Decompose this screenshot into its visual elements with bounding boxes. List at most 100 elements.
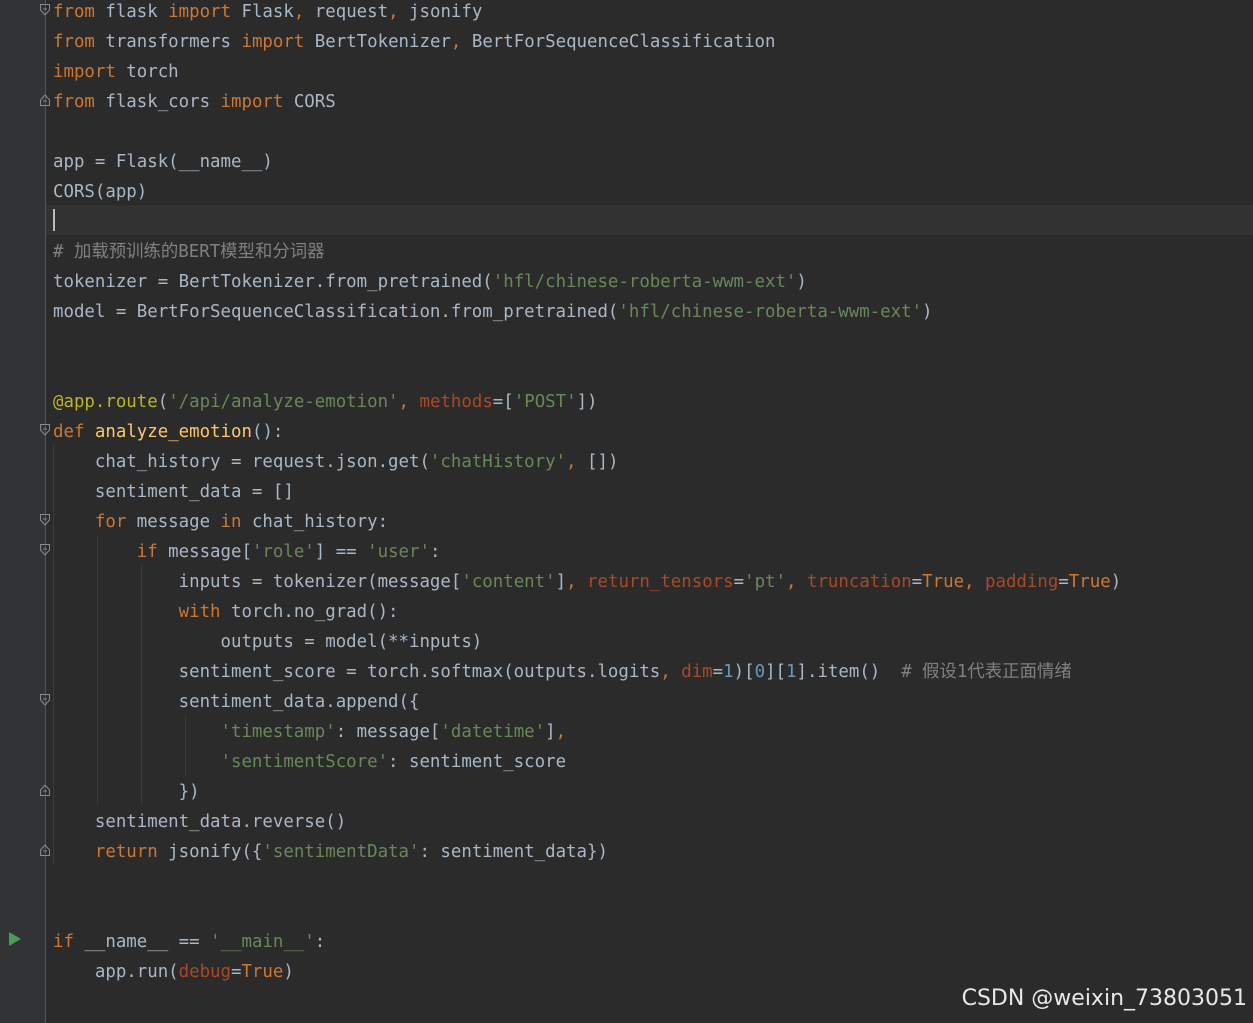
code-token: def bbox=[53, 422, 85, 442]
code-line[interactable]: sentiment_data = [] bbox=[53, 481, 294, 511]
code-token: chat_history: bbox=[241, 512, 389, 532]
code-token: , bbox=[450, 32, 462, 52]
code-token: dim bbox=[681, 662, 713, 682]
code-token: 'sentimentData' bbox=[262, 842, 420, 862]
code-token: 'user' bbox=[367, 542, 430, 562]
code-line[interactable]: from transformers import BertTokenizer, … bbox=[53, 31, 776, 61]
code-token: sentiment_data.append({ bbox=[53, 692, 420, 712]
code-line[interactable]: for message in chat_history: bbox=[53, 511, 388, 541]
code-token: , bbox=[388, 2, 399, 22]
code-token: with bbox=[53, 602, 221, 622]
code-token: padding bbox=[985, 572, 1059, 592]
code-line[interactable]: import torch bbox=[53, 61, 179, 91]
code-token: flask_cors bbox=[94, 92, 221, 112]
code-token: 1 bbox=[786, 662, 797, 682]
code-token: methods bbox=[419, 392, 493, 412]
code-line[interactable]: 'sentimentScore': sentiment_score bbox=[53, 751, 567, 781]
code-token: for bbox=[53, 512, 127, 532]
code-token: ) bbox=[922, 302, 933, 322]
fold-close-icon[interactable] bbox=[40, 844, 50, 856]
code-token: 'content' bbox=[461, 572, 556, 592]
fold-open-icon[interactable] bbox=[40, 4, 50, 16]
code-line[interactable]: sentiment_data.append({ bbox=[53, 691, 420, 721]
code-token: ] bbox=[555, 572, 567, 592]
code-line[interactable]: @app.route('/api/analyze-emotion', metho… bbox=[53, 391, 598, 421]
code-line[interactable]: model = BertForSequenceClassification.fr… bbox=[53, 301, 933, 331]
code-token: import bbox=[53, 62, 116, 82]
code-token: True bbox=[1068, 572, 1111, 592]
code-token: = bbox=[733, 572, 745, 592]
code-token: 0 bbox=[754, 662, 766, 682]
fold-close-icon[interactable] bbox=[40, 784, 50, 796]
code-line[interactable]: # 加载预训练的BERT模型和分词器 bbox=[53, 241, 325, 271]
code-token: 'chatHistory' bbox=[429, 452, 567, 472]
code-token: from bbox=[53, 92, 95, 112]
code-token: jsonify bbox=[398, 2, 483, 22]
code-line[interactable]: chat_history = request.json.get('chatHis… bbox=[53, 451, 619, 481]
code-line[interactable]: }) bbox=[53, 781, 200, 811]
code-token: transformers bbox=[94, 32, 242, 52]
fold-open-icon[interactable] bbox=[40, 514, 50, 526]
code-token: CORS bbox=[283, 92, 336, 112]
code-line[interactable]: inputs = tokenizer(message['content'], r… bbox=[53, 571, 1122, 601]
fold-open-icon[interactable] bbox=[40, 424, 50, 436]
code-token: = bbox=[911, 572, 923, 592]
code-token: , bbox=[555, 722, 567, 742]
run-icon[interactable] bbox=[8, 931, 22, 947]
code-token: debug bbox=[178, 962, 231, 982]
code-line[interactable]: tokenizer = BertTokenizer.from_pretraine… bbox=[53, 271, 807, 301]
code-token: return bbox=[53, 842, 158, 862]
code-token: , bbox=[293, 2, 305, 22]
code-token: ) bbox=[1110, 572, 1122, 592]
fold-open-icon[interactable] bbox=[40, 544, 50, 556]
code-token: ]) bbox=[576, 392, 598, 412]
code-token: =[ bbox=[492, 392, 514, 412]
code-token: # 假设1代表正面情绪 bbox=[901, 662, 1072, 682]
code-line[interactable]: def analyze_emotion(): bbox=[53, 421, 283, 451]
code-token: , bbox=[786, 572, 797, 592]
code-token: app.run( bbox=[53, 962, 179, 982]
code-token: : sentiment_data}) bbox=[419, 842, 608, 862]
code-line[interactable]: 'timestamp': message['datetime'], bbox=[53, 721, 567, 751]
code-line[interactable]: CORS(app) bbox=[53, 181, 147, 211]
code-line[interactable]: with torch.no_grad(): bbox=[53, 601, 399, 631]
code-token: , bbox=[398, 392, 410, 412]
code-token: )[ bbox=[733, 662, 755, 682]
code-token: ] == bbox=[314, 542, 368, 562]
code-token: sentiment_score = torch.softmax(outputs.… bbox=[53, 662, 661, 682]
code-token: True bbox=[922, 572, 965, 592]
code-token: : bbox=[314, 932, 326, 952]
code-line[interactable]: if __name__ == '__main__': bbox=[53, 931, 325, 961]
code-line[interactable]: app = Flask(__name__) bbox=[53, 151, 273, 181]
code-token: , bbox=[566, 452, 577, 472]
code-line[interactable]: app.run(debug=True) bbox=[53, 961, 294, 991]
code-token: jsonify({ bbox=[157, 842, 263, 862]
code-token: ( bbox=[157, 392, 169, 412]
code-line[interactable]: return jsonify({'sentimentData': sentime… bbox=[53, 841, 608, 871]
code-line[interactable]: outputs = model(**inputs) bbox=[53, 631, 483, 661]
code-token: 'role' bbox=[251, 542, 315, 562]
code-line[interactable]: from flask import Flask, request, jsonif… bbox=[53, 1, 482, 31]
code-token: CORS(app) bbox=[53, 182, 148, 202]
code-token: 'hfl/chinese-roberta-wwm-ext' bbox=[618, 302, 923, 322]
code-token: True bbox=[241, 962, 284, 982]
code-token: message bbox=[126, 512, 221, 532]
code-line[interactable]: sentiment_data.reverse() bbox=[53, 811, 346, 841]
code-token: @app.route bbox=[53, 392, 158, 412]
code-token: 'hfl/chinese-roberta-wwm-ext' bbox=[492, 272, 797, 292]
fold-open-icon[interactable] bbox=[40, 694, 50, 706]
code-token: ] bbox=[545, 722, 556, 742]
code-line[interactable]: from flask_cors import CORS bbox=[53, 91, 336, 121]
code-token: in bbox=[220, 512, 242, 532]
code-token: = bbox=[1058, 572, 1069, 592]
text-caret bbox=[53, 209, 55, 231]
code-line[interactable]: if message['role'] == 'user': bbox=[53, 541, 441, 571]
code-token: flask bbox=[94, 2, 169, 22]
fold-close-icon[interactable] bbox=[40, 94, 50, 106]
code-token: = bbox=[712, 662, 724, 682]
code-token: 'POST' bbox=[513, 392, 577, 412]
code-token: message[ bbox=[157, 542, 252, 562]
code-line[interactable]: sentiment_score = torch.softmax(outputs.… bbox=[53, 661, 1072, 691]
